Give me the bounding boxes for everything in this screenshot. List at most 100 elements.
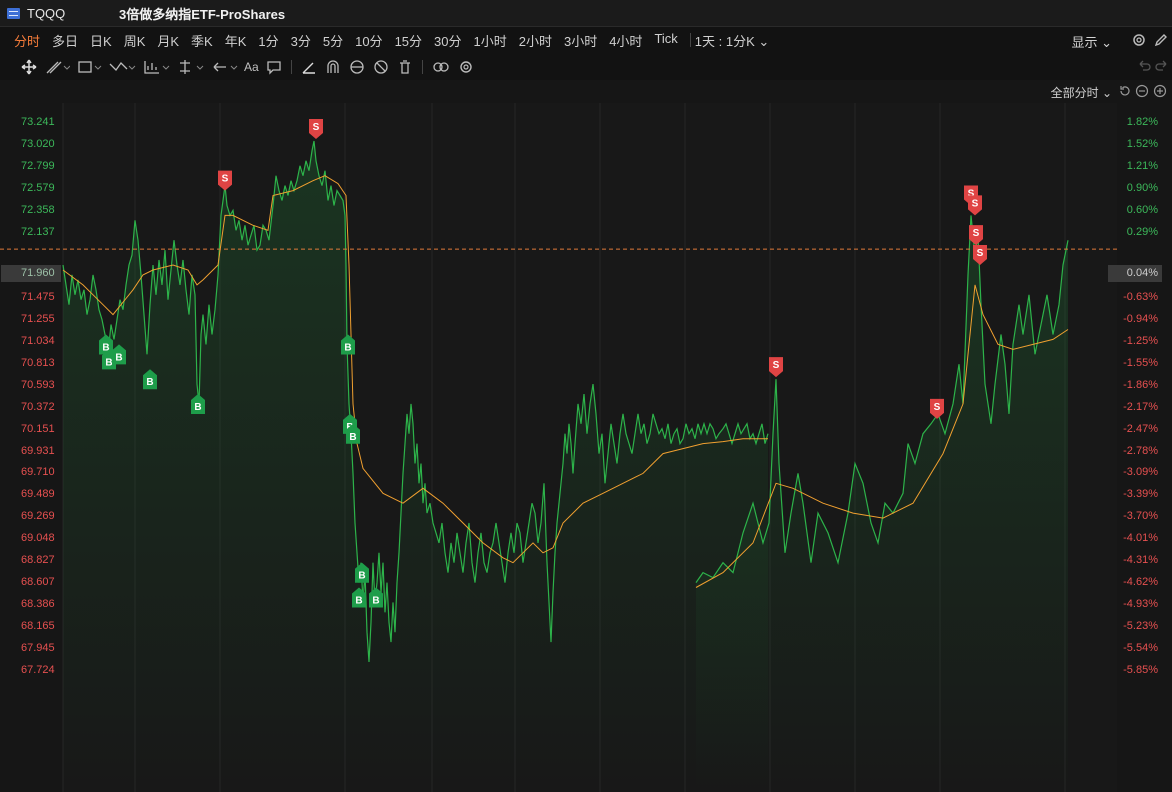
period-tab[interactable]: 1小时 — [474, 31, 515, 50]
price-chart[interactable]: BBBBBBBBBBBSSSSSSSS — [0, 80, 1172, 792]
toolbar-divider — [421, 59, 423, 74]
percent-tick: -1.55% — [1123, 356, 1158, 369]
period-tab[interactable]: 周K — [124, 31, 154, 50]
zoom-in-icon[interactable] — [1153, 84, 1167, 98]
period-tab[interactable]: 2小时 — [519, 31, 560, 50]
price-tick: 68.165 — [21, 619, 55, 632]
period-tab[interactable]: 年K — [225, 31, 255, 50]
percent-tick: -4.01% — [1123, 532, 1158, 545]
percent-tick: 1.82% — [1126, 116, 1158, 128]
price-tick: 73.020 — [21, 137, 55, 150]
price-tick: 71.475 — [21, 291, 55, 304]
reset-icon[interactable] — [1118, 84, 1132, 98]
undo-icon[interactable] — [1136, 57, 1152, 73]
price-tick: 69.269 — [21, 510, 55, 523]
percent-tick: -2.78% — [1123, 444, 1158, 457]
svg-text:B: B — [194, 402, 201, 413]
svg-text:B: B — [146, 377, 153, 388]
text-tool[interactable]: Aa — [244, 57, 259, 77]
percent-tick: 0.29% — [1126, 225, 1158, 238]
percent-tick: 1.52% — [1126, 137, 1158, 150]
settings-icon[interactable] — [1131, 32, 1147, 48]
trash-icon[interactable] — [396, 57, 414, 77]
drawing-toolbar: Aa — [0, 54, 1172, 79]
price-tick: 71.034 — [21, 335, 55, 347]
magnet-icon[interactable] — [324, 57, 342, 77]
comment-icon[interactable] — [265, 57, 283, 77]
title-bar: TQQQ 3倍做多纳指ETF-ProShares — [0, 0, 1172, 27]
period-tab[interactable]: 1分 — [258, 31, 286, 50]
price-tick: 73.241 — [21, 116, 55, 128]
percent-tick: -3.09% — [1123, 466, 1158, 479]
period-tab[interactable]: 季K — [191, 31, 221, 50]
price-tick: 68.607 — [21, 575, 55, 588]
hide-icon[interactable] — [372, 57, 390, 77]
price-tick: 67.945 — [21, 641, 55, 654]
pencil-icon[interactable] — [1153, 32, 1169, 48]
percent-tick: 0.90% — [1126, 181, 1158, 194]
price-tick: 71.255 — [21, 313, 55, 326]
zoom-out-icon[interactable] — [1135, 84, 1149, 98]
settings-icon[interactable] — [457, 57, 475, 77]
polyline-icon[interactable] — [108, 57, 136, 77]
percent-tick: -5.23% — [1123, 619, 1158, 632]
measure-icon[interactable] — [176, 57, 204, 77]
price-tick: 67.724 — [21, 663, 55, 676]
price-tick: 68.827 — [21, 554, 55, 566]
move-icon[interactable] — [20, 57, 38, 77]
line-icon[interactable] — [300, 57, 318, 77]
period-tab[interactable]: 5分 — [323, 31, 351, 50]
price-tick: 69.931 — [21, 444, 55, 457]
range-selector[interactable]: 1天 : 1分K ⌄ — [695, 31, 778, 50]
period-tab[interactable]: 分时 — [14, 31, 48, 50]
chevron-down-icon: ⌄ — [1101, 35, 1112, 50]
period-tab[interactable]: 月K — [157, 31, 187, 50]
period-tab[interactable]: 10分 — [355, 31, 390, 50]
period-tab[interactable]: 30分 — [434, 31, 469, 50]
compare-icon[interactable] — [431, 57, 451, 77]
period-tab[interactable]: 日K — [90, 31, 120, 50]
percent-tick: -3.39% — [1123, 488, 1158, 501]
chart-area[interactable]: BBBBBBBBBBBSSSSSSSS — [0, 80, 1172, 792]
period-tab[interactable]: 3分 — [291, 31, 319, 50]
percent-tick: 1.21% — [1126, 159, 1158, 172]
svg-text:S: S — [222, 174, 229, 185]
percent-tick: -3.70% — [1123, 510, 1158, 523]
price-tick: 70.372 — [21, 400, 55, 413]
period-tab[interactable]: 多日 — [52, 31, 86, 50]
period-tab[interactable]: Tick — [654, 31, 685, 50]
percent-tick: 0.04% — [1127, 247, 1158, 259]
period-tab[interactable]: 4小时 — [609, 31, 650, 50]
period-tab[interactable]: 15分 — [395, 31, 430, 50]
svg-text:S: S — [934, 402, 941, 413]
svg-text:S: S — [977, 248, 984, 259]
toolbar-divider — [290, 59, 292, 74]
redo-icon[interactable] — [1154, 57, 1170, 73]
svg-text:B: B — [115, 352, 122, 363]
price-tick: 72.799 — [21, 159, 55, 172]
period-tab[interactable]: 3小时 — [564, 31, 605, 50]
menu-icon[interactable] — [7, 7, 20, 19]
rectangle-icon[interactable] — [76, 57, 102, 77]
display-button[interactable]: 显示 ⌄ — [1071, 32, 1112, 51]
price-tick: 71.960 — [21, 247, 55, 259]
period-bar: 分时 多日 日K 周K 月K 季K 年K 1分 3分 5分 10分 15分 30分 1小时 2小时 3小时 4小… — [0, 27, 1172, 53]
arrow-left-icon[interactable] — [210, 57, 238, 77]
svg-text:B: B — [105, 357, 112, 368]
price-tick: 72.137 — [21, 225, 55, 238]
trend-line-icon[interactable] — [44, 57, 70, 77]
percent-tick: -1.86% — [1123, 378, 1158, 391]
price-tick: 70.593 — [21, 378, 55, 391]
ticker-tab[interactable]: TQQQ — [27, 6, 87, 21]
percent-tick: -4.31% — [1123, 554, 1158, 566]
all-time-selector[interactable]: 全部分时 ⌄ — [1051, 84, 1112, 101]
period-divider — [689, 33, 691, 47]
fibonacci-icon[interactable] — [142, 57, 170, 77]
svg-text:S: S — [972, 198, 979, 209]
percent-tick: -1.25% — [1123, 335, 1158, 347]
percent-tick: -0.94% — [1123, 313, 1158, 326]
svg-text:B: B — [349, 432, 356, 443]
price-tick: 69.489 — [21, 488, 55, 501]
lock-icon[interactable] — [348, 57, 366, 77]
percent-tick: -5.85% — [1123, 663, 1158, 676]
